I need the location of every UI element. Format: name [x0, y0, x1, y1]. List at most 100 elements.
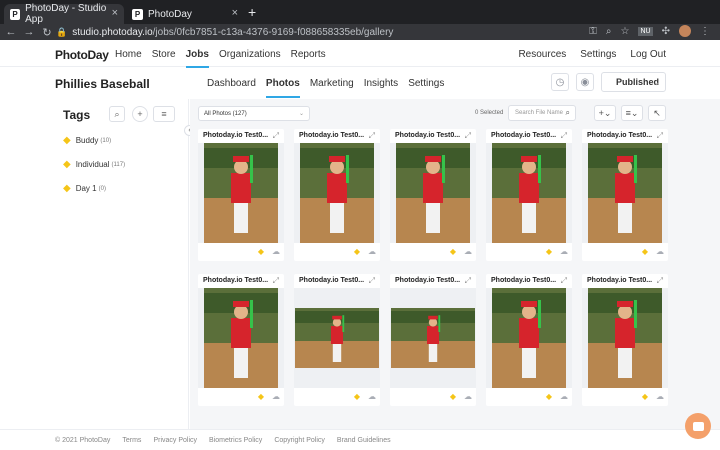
tag-photo-icon[interactable]: ◆: [258, 392, 264, 401]
photo-thumbnail[interactable]: [486, 143, 572, 243]
photo-filter-select[interactable]: All Photos (127) ⌄: [198, 106, 310, 121]
expand-icon[interactable]: ⤢: [273, 276, 279, 286]
tag-photo-icon[interactable]: ◆: [450, 247, 456, 256]
tag-photo-icon[interactable]: ◆: [642, 392, 648, 401]
tab-dashboard[interactable]: Dashboard: [207, 78, 256, 98]
footer-terms[interactable]: Terms: [122, 437, 141, 444]
nav-jobs[interactable]: Jobs: [185, 49, 209, 68]
nav-organizations[interactable]: Organizations: [219, 49, 281, 68]
new-tab-button[interactable]: +: [248, 4, 256, 20]
footer-biometrics[interactable]: Biometrics Policy: [209, 437, 262, 444]
photo-card[interactable]: Photoday.io Test0... ⤢ ◆ ☁: [198, 129, 284, 261]
photo-card[interactable]: Photoday.io Test0... ⤢ ◆ ☁: [582, 274, 668, 406]
footer-privacy[interactable]: Privacy Policy: [153, 437, 197, 444]
photo-card[interactable]: Photoday.io Test0... ⤢ ◆ ☁: [486, 274, 572, 406]
photo-thumbnail[interactable]: [582, 288, 668, 388]
photo-thumbnail[interactable]: [486, 288, 572, 388]
photo-card[interactable]: Photoday.io Test0... ⤢ ◆ ☁: [294, 129, 380, 261]
expand-icon[interactable]: ⤢: [657, 276, 663, 286]
expand-icon[interactable]: ⤢: [465, 131, 471, 141]
photo-card[interactable]: Photoday.io Test0... ⤢ ◆ ☁: [390, 129, 476, 261]
photo-thumbnail[interactable]: [390, 143, 476, 243]
search-tags-icon[interactable]: ⌕: [109, 106, 125, 122]
tag-photo-icon[interactable]: ◆: [546, 392, 552, 401]
photo-card[interactable]: Photoday.io Test0... ⤢ ◆ ☁: [294, 274, 380, 406]
nav-resources[interactable]: Resources: [518, 49, 566, 60]
photo-thumbnail[interactable]: [390, 288, 476, 388]
photo-thumbnail[interactable]: [198, 288, 284, 388]
tab-insights[interactable]: Insights: [364, 78, 398, 98]
back-icon[interactable]: ←: [4, 26, 18, 38]
close-tab-icon[interactable]: ×: [112, 7, 118, 19]
download-cloud-icon[interactable]: ☁: [656, 392, 664, 401]
forward-icon[interactable]: →: [22, 26, 36, 38]
star-icon[interactable]: ☆: [621, 26, 630, 37]
chat-button[interactable]: [685, 413, 711, 439]
select-mode-button[interactable]: ↖: [648, 105, 666, 121]
add-tag-icon[interactable]: +: [132, 106, 148, 122]
sort-icon[interactable]: ≡: [153, 106, 175, 122]
nav-reports[interactable]: Reports: [291, 49, 326, 68]
tab-marketing[interactable]: Marketing: [310, 78, 354, 98]
zoom-icon[interactable]: ⌕: [606, 26, 612, 37]
expand-icon[interactable]: ⤢: [465, 276, 471, 286]
tag-item-buddy[interactable]: ◆ Buddy (10): [63, 135, 111, 146]
photoday-logo[interactable]: PhotoDay: [55, 48, 109, 62]
browser-tab-studio[interactable]: P PhotoDay - Studio App ×: [4, 3, 124, 25]
nav-home[interactable]: Home: [115, 49, 142, 68]
key-icon[interactable]: ⚿: [589, 26, 597, 37]
tab-photos[interactable]: Photos: [265, 78, 300, 98]
tag-photo-icon[interactable]: ◆: [450, 392, 456, 401]
download-cloud-icon[interactable]: ☁: [272, 392, 280, 401]
photo-thumbnail[interactable]: [582, 143, 668, 243]
sort-menu-button[interactable]: ≡⌄: [621, 105, 643, 121]
nav-logout[interactable]: Log Out: [630, 49, 666, 60]
download-cloud-icon[interactable]: ☁: [560, 247, 568, 256]
extension-badge[interactable]: NU: [638, 26, 653, 36]
puzzle-icon[interactable]: ✣: [662, 26, 670, 37]
search-file-input[interactable]: Search File Name ⌕: [508, 105, 576, 121]
download-cloud-icon[interactable]: ☁: [464, 247, 472, 256]
clock-icon[interactable]: ◷: [551, 73, 569, 91]
download-cloud-icon[interactable]: ☁: [368, 247, 376, 256]
photo-card[interactable]: Photoday.io Test0... ⤢ ◆ ☁: [582, 129, 668, 261]
tag-photo-icon[interactable]: ◆: [642, 247, 648, 256]
tag-photo-icon[interactable]: ◆: [546, 247, 552, 256]
download-cloud-icon[interactable]: ☁: [464, 392, 472, 401]
expand-icon[interactable]: ⤢: [273, 131, 279, 141]
tab-settings[interactable]: Settings: [408, 78, 444, 98]
photo-thumbnail[interactable]: [198, 143, 284, 243]
photo-thumbnail[interactable]: [294, 288, 380, 388]
download-cloud-icon[interactable]: ☁: [656, 247, 664, 256]
download-cloud-icon[interactable]: ☁: [272, 247, 280, 256]
download-cloud-icon[interactable]: ☁: [368, 392, 376, 401]
close-tab-icon[interactable]: ×: [232, 7, 238, 19]
nav-settings[interactable]: Settings: [580, 49, 616, 60]
photo-thumbnail[interactable]: [294, 143, 380, 243]
expand-icon[interactable]: ⤢: [561, 276, 567, 286]
download-cloud-icon[interactable]: ☁: [560, 392, 568, 401]
eye-icon[interactable]: ◉: [576, 73, 594, 91]
address-bar[interactable]: 🔒 studio.photoday.io /jobs/0fcb7851-c13a…: [56, 25, 656, 39]
browser-tab-photoday[interactable]: P PhotoDay ×: [126, 4, 244, 24]
footer-copyright-policy[interactable]: Copyright Policy: [274, 437, 325, 444]
tag-photo-icon[interactable]: ◆: [354, 392, 360, 401]
tag-photo-icon[interactable]: ◆: [258, 247, 264, 256]
menu-icon[interactable]: ⋮: [700, 26, 710, 37]
profile-avatar[interactable]: [679, 25, 691, 37]
tag-item-individual[interactable]: ◆ Individual (117): [63, 159, 125, 170]
photo-card[interactable]: Photoday.io Test0... ⤢ ◆ ☁: [486, 129, 572, 261]
expand-icon[interactable]: ⤢: [561, 131, 567, 141]
photo-card[interactable]: Photoday.io Test0... ⤢ ◆ ☁: [390, 274, 476, 406]
add-menu-button[interactable]: +⌄: [594, 105, 616, 121]
photo-card[interactable]: Photoday.io Test0... ⤢ ◆ ☁: [198, 274, 284, 406]
status-select[interactable]: Published ⌄: [601, 72, 666, 92]
expand-icon[interactable]: ⤢: [657, 131, 663, 141]
expand-icon[interactable]: ⤢: [369, 276, 375, 286]
nav-store[interactable]: Store: [152, 49, 176, 68]
tag-item-day-1[interactable]: ◆ Day 1 (0): [63, 183, 106, 194]
reload-icon[interactable]: ↻: [40, 26, 54, 39]
tag-photo-icon[interactable]: ◆: [354, 247, 360, 256]
expand-icon[interactable]: ⤢: [369, 131, 375, 141]
footer-brand-guidelines[interactable]: Brand Guidelines: [337, 437, 391, 444]
